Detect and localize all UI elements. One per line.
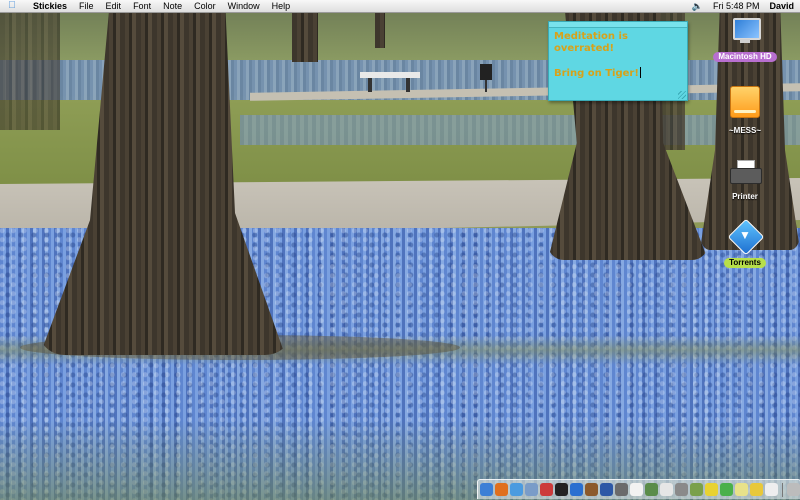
wallpaper-bin — [480, 64, 492, 92]
wallpaper-tree — [0, 0, 60, 130]
menu-edit[interactable]: Edit — [100, 0, 128, 12]
speaker-icon[interactable]: 🔈 — [692, 0, 703, 12]
menu-clock[interactable]: Fri 5:48 PM — [713, 0, 760, 12]
mail-icon[interactable] — [525, 483, 538, 496]
wallpaper-bench — [360, 72, 420, 94]
sticky-line: overrated! — [554, 43, 615, 54]
computer-icon — [731, 18, 761, 44]
system-preferences-icon[interactable] — [675, 483, 688, 496]
printer-icon — [730, 160, 762, 184]
photoshop-icon[interactable] — [585, 483, 598, 496]
desktop-icon-mess[interactable]: ~MESS~ — [710, 86, 780, 138]
lemon-icon[interactable] — [705, 483, 718, 496]
finder-icon[interactable] — [480, 483, 493, 496]
resize-handle-icon[interactable] — [678, 91, 686, 99]
word-icon[interactable] — [600, 483, 613, 496]
text-caret — [639, 67, 641, 78]
menu-app-stickies[interactable]: Stickies — [27, 0, 73, 12]
terminal-icon[interactable] — [555, 483, 568, 496]
desktop-icon-macintosh-hd[interactable]: Macintosh HD — [710, 18, 780, 64]
safari-icon[interactable] — [510, 483, 523, 496]
preview-icon[interactable] — [645, 483, 658, 496]
address-book-icon[interactable] — [690, 483, 703, 496]
sticky-note[interactable]: Meditation is overrated! Bring on Tiger! — [548, 21, 688, 101]
firefox-icon[interactable] — [495, 483, 508, 496]
menu-color[interactable]: Color — [188, 0, 222, 12]
menu-font[interactable]: Font — [127, 0, 157, 12]
sticky-text-area[interactable]: Meditation is overrated! Bring on Tiger! — [549, 28, 687, 83]
desktop-icon-printer[interactable]: Printer — [710, 160, 780, 204]
dock-separator — [782, 482, 783, 497]
itunes-icon[interactable] — [570, 483, 583, 496]
torrent-folder-icon: ▼ — [727, 218, 765, 256]
photo-icon[interactable] — [615, 483, 628, 496]
menu-user[interactable]: David — [769, 0, 794, 12]
quicktime-icon[interactable] — [630, 483, 643, 496]
dock — [477, 479, 800, 499]
desktop-icon-label: Macintosh HD — [713, 52, 777, 62]
sticky-line: Bring on Tiger! — [554, 68, 639, 79]
desktop-icon-label: ~MESS~ — [728, 126, 761, 135]
trash-icon[interactable] — [787, 483, 800, 496]
apple-icon[interactable]:  — [6, 0, 18, 12]
desktop-icon-label: Torrents — [724, 258, 766, 268]
menu-note[interactable]: Note — [157, 0, 188, 12]
ical-icon[interactable] — [540, 483, 553, 496]
adium-icon[interactable] — [750, 483, 763, 496]
chat-icon[interactable] — [720, 483, 733, 496]
mail-envelope-icon[interactable] — [765, 483, 778, 496]
menu-window[interactable]: Window — [222, 0, 266, 12]
sticky-line: Meditation is — [554, 31, 628, 42]
menu-bar:  Stickies File Edit Font Note Color Win… — [0, 0, 800, 13]
stickies-icon[interactable] — [735, 483, 748, 496]
menu-help[interactable]: Help — [266, 0, 297, 12]
menu-file[interactable]: File — [73, 0, 100, 12]
desktop-icon-label: Printer — [732, 192, 758, 201]
hard-drive-icon — [730, 86, 760, 118]
textedit-icon[interactable] — [660, 483, 673, 496]
desktop-icon-torrents[interactable]: ▼ Torrents — [710, 218, 780, 270]
